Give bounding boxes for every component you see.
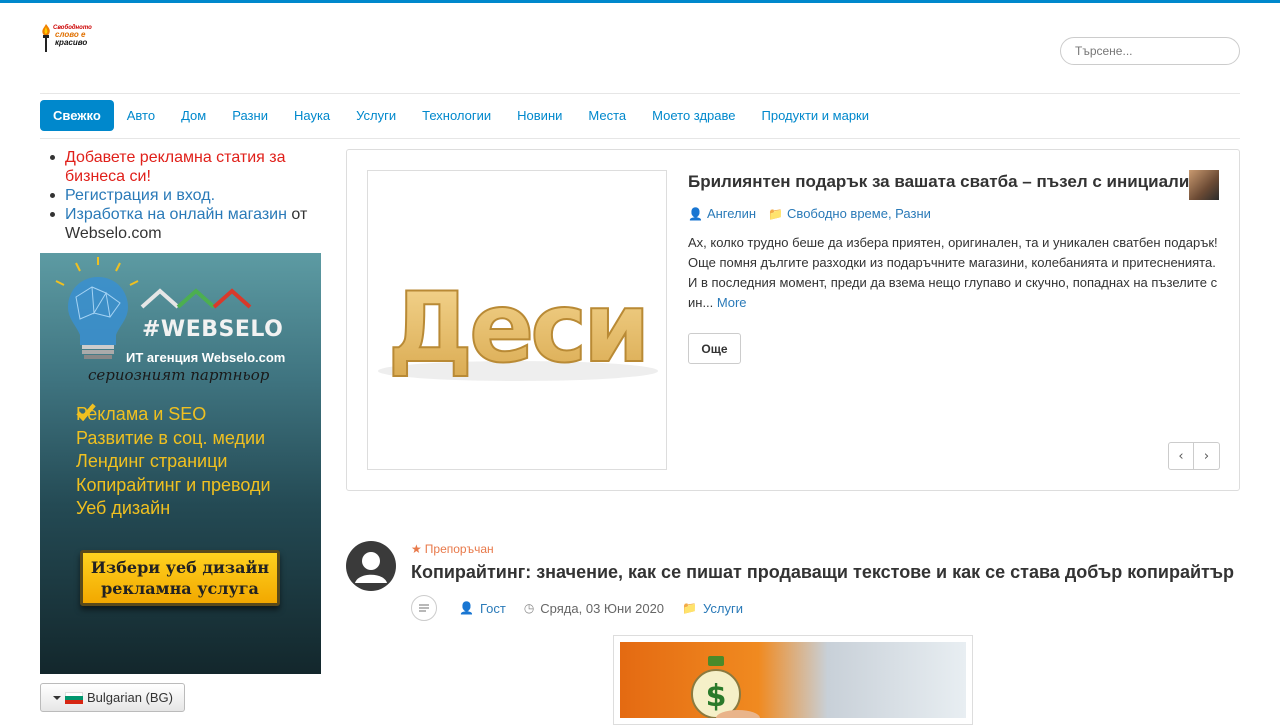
header-divider [40,93,1240,94]
category-links[interactable]: Свободно време, Разни [787,206,931,221]
service-row: Копирайтинг и преводи [76,403,271,498]
meta-author: 👤 Гост [459,601,506,616]
caret-down-icon [53,695,61,700]
service-label: Лендинг страници [76,451,228,472]
wooden-puzzle-image: Деси [378,271,658,385]
guest-avatar-icon [346,541,396,591]
prev-slide-button[interactable]: ‹ [1168,442,1194,470]
user-icon: 👤 [459,601,474,615]
site-logo[interactable]: Свободното слово е красиво [40,22,98,54]
article-date: Сряда, 03 Юни 2020 [540,600,665,616]
slide-title[interactable]: Брилиянтен подарък за вашата сватба – пъ… [688,172,1189,192]
checkmark-icon [76,403,96,421]
featured-slider: Деси Брилиянтен подарък за вашата сватба… [346,149,1240,491]
article-image[interactable]: $ [613,635,973,725]
article-title[interactable]: Копирайтинг: значение, как се пишат прод… [411,562,1234,583]
author-avatar[interactable] [1189,170,1219,200]
nav-item-dom[interactable]: Дом [168,100,219,131]
slide-meta: 👤 Ангелин 📁 Свободно време, Разни [688,206,931,221]
nav-item-tehnologii[interactable]: Технологии [409,100,504,131]
featured-label: Препоръчан [424,542,494,556]
language-label: Bulgarian (BG) [87,690,173,705]
nav-item-nauka[interactable]: Наука [281,100,343,131]
nav-item-mesta[interactable]: Места [575,100,639,131]
torch-icon [42,24,50,52]
star-icon: ★ [411,542,422,556]
online-shop-link[interactable]: Изработка на онлайн магазин [65,206,287,223]
money-bulb-graphic: $ [691,656,760,718]
featured-badge: ★ Препоръчан [411,542,494,556]
register-login-link[interactable]: Регистрация и вход. [65,187,215,204]
service-label: Уеб дизайн [76,498,171,519]
webselo-ad-banner[interactable]: #WEBSELO ИТ агенция Webselo.com сериозни… [40,253,321,674]
service-label: Развитие в соц. медии [76,427,266,448]
nav-item-avto[interactable]: Авто [114,100,168,131]
banner-agency: ИТ агенция Webselo.com [126,350,286,365]
nav-item-svezhko[interactable]: Свежко [40,100,114,131]
svg-text:$: $ [706,679,727,714]
bulgarian-flag-icon [65,691,83,704]
service-label: Копирайтинг и преводи [76,474,271,495]
article-meta: 👤 Гост ◷ Сряда, 03 Юни 2020 📁 Услуги [411,595,761,621]
image-word: Деси [388,272,647,384]
meta-category: 📁 Услуги [682,601,743,616]
slide-excerpt: Ах, колко трудно беше да избера приятен,… [688,233,1223,313]
folder-icon: 📁 [682,601,697,615]
nav-item-razni[interactable]: Разни [219,100,281,131]
banner-tagline: сериозният партньор [88,366,270,384]
banner-cta-button[interactable]: Избери уеб дизайн рекламна услуга [80,550,280,606]
article-category-link[interactable]: Услуги [703,601,743,616]
top-accent-bar [0,0,1280,3]
main-nav: Свежко Авто Дом Разни Наука Услуги Техно… [40,100,882,131]
document-icon [411,595,437,621]
article-author-link[interactable]: Гост [480,601,506,616]
nav-divider [40,138,1240,139]
list-item: Добавете рекламна статия за бизнеса си! [40,148,320,186]
meta-date: ◷ Сряда, 03 Юни 2020 [524,601,664,616]
language-select[interactable]: Bulgarian (BG) [40,683,185,712]
cta-line-2: рекламна услуга [101,579,259,598]
author-link[interactable]: Ангелин [707,206,756,221]
more-link[interactable]: More [717,295,747,310]
read-more-button[interactable]: Още [688,333,741,364]
user-icon: 👤 [688,206,703,221]
excerpt-text: Ах, колко трудно беше да избера приятен,… [688,235,1218,310]
list-item: Изработка на онлайн магазин от Webselo.c… [40,205,320,243]
banner-hashtag: #WEBSELO [142,317,284,342]
service-row: Уеб дизайн [76,403,271,521]
cta-line-1: Избери уеб дизайн [90,558,270,577]
sidebar-links: Добавете рекламна статия за бизнеса си! … [40,148,320,243]
service-row: Развитие в соц. медии [76,403,271,451]
banner-services: Реклама и SEO Развитие в соц. медии Ленд… [76,403,271,521]
add-ad-article-link[interactable]: Добавете рекламна статия за бизнеса си! [65,149,285,185]
next-slide-button[interactable]: › [1194,442,1220,470]
clock-icon: ◷ [523,601,535,615]
slider-pager: ‹ › [1168,442,1220,470]
folder-icon: 📁 [768,206,784,221]
nav-item-produkti[interactable]: Продукти и марки [749,100,883,131]
service-row: Реклама и SEO [76,403,271,427]
service-row: Лендинг страници [76,403,271,474]
nav-item-zdrave[interactable]: Моето здраве [639,100,748,131]
slide-image[interactable]: Деси [367,170,667,470]
list-item: Регистрация и вход. [40,186,320,205]
nav-item-novini[interactable]: Новини [504,100,575,131]
article-image-content: $ [620,642,966,718]
logo-line-3: красиво [55,38,88,47]
nav-item-uslugi[interactable]: Услуги [343,100,409,131]
search-input[interactable] [1060,37,1240,65]
